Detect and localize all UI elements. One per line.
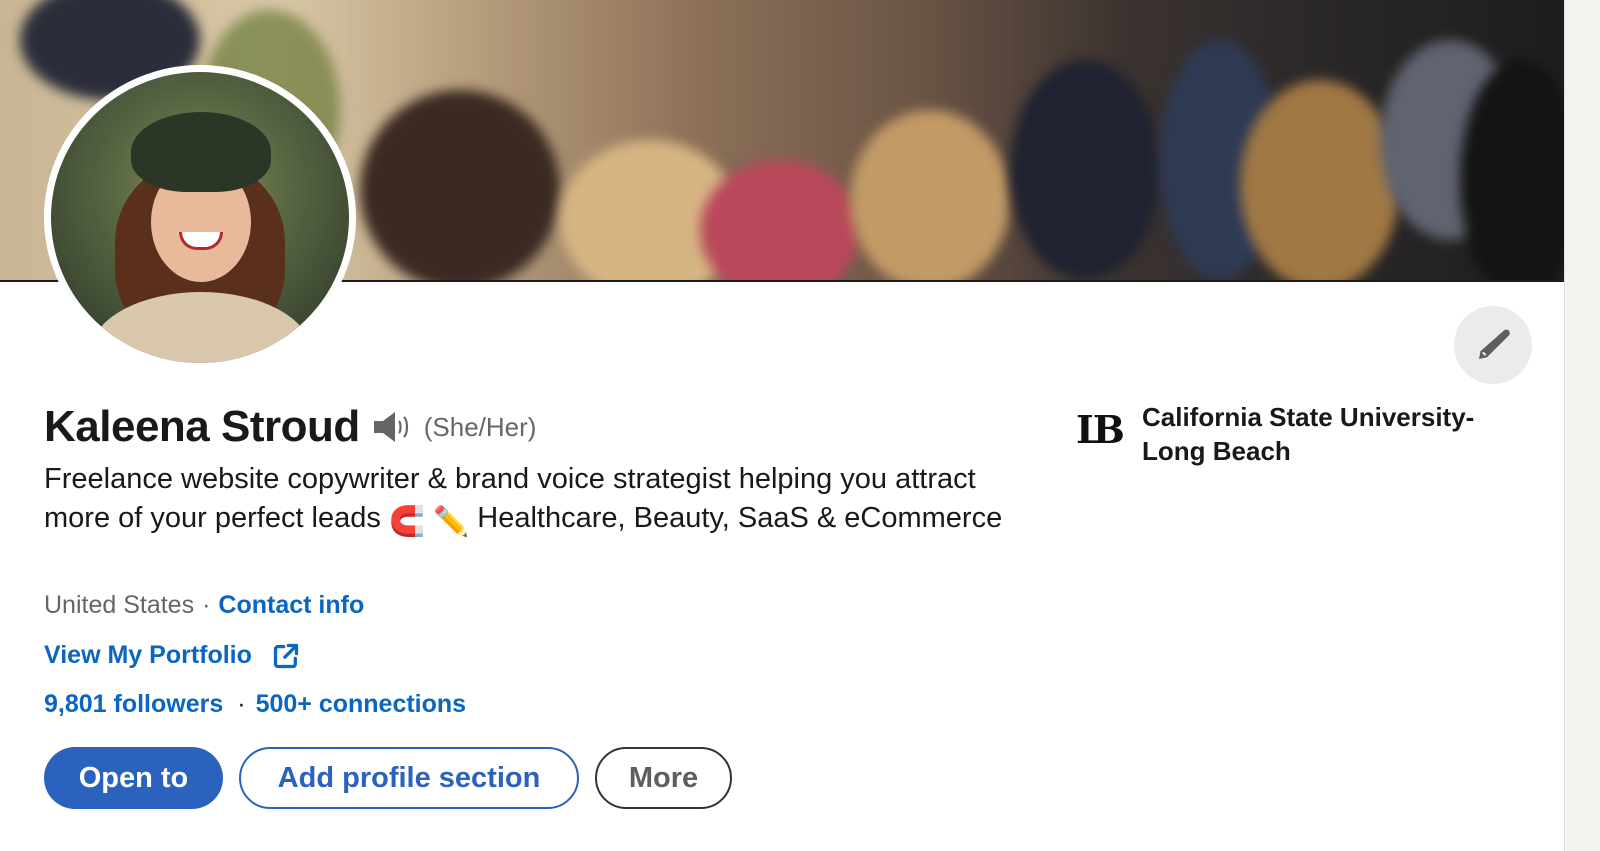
magnet-icon: 🧲 <box>388 505 426 538</box>
separator: · <box>202 591 211 619</box>
page-scrollbar-gutter <box>1564 0 1600 851</box>
name-row: Kaleena Stroud (She/Her) <box>44 402 536 452</box>
add-profile-section-button[interactable]: Add profile section <box>239 747 579 809</box>
location: United States <box>44 591 195 619</box>
followers-link[interactable]: 9,801 followers <box>44 690 223 719</box>
profile-actions: Open to Add profile section More <box>44 747 732 809</box>
profile-name: Kaleena Stroud <box>44 402 360 451</box>
more-button[interactable]: More <box>595 747 732 809</box>
portfolio-row: View My Portfolio <box>44 641 300 670</box>
speaker-icon[interactable] <box>372 409 414 445</box>
avatar-photo <box>51 72 349 363</box>
contact-info-link[interactable]: Contact info <box>218 591 364 620</box>
pronouns: (She/Her) <box>423 411 537 442</box>
school-name[interactable]: California State University-Long Beach <box>1142 400 1522 468</box>
headline-text-2: Healthcare, Beauty, SaaS & eCommerce <box>469 501 1003 534</box>
external-link-icon[interactable] <box>272 642 300 670</box>
separator: · <box>237 690 246 718</box>
location-row: United States · Contact info <box>44 591 364 620</box>
pencil-icon <box>1479 329 1510 359</box>
connections-link[interactable]: 500+ connections <box>256 690 467 719</box>
csulb-logo-icon: LB <box>1076 407 1125 452</box>
profile-card: Kaleena Stroud (She/Her) Freelance websi… <box>0 0 1564 851</box>
profile-headline: Freelance website copywriter & brand voi… <box>44 460 1024 541</box>
education-summary[interactable]: LB California State University-Long Beac… <box>1076 400 1522 468</box>
open-to-button[interactable]: Open to <box>44 747 223 809</box>
portfolio-link[interactable]: View My Portfolio <box>44 641 252 670</box>
profile-avatar[interactable] <box>44 65 356 370</box>
edit-intro-button[interactable] <box>1454 306 1532 384</box>
network-stats-row: 9,801 followers · 500+ connections <box>44 690 466 719</box>
pencil-emoji-icon: ✏️ <box>433 505 470 538</box>
